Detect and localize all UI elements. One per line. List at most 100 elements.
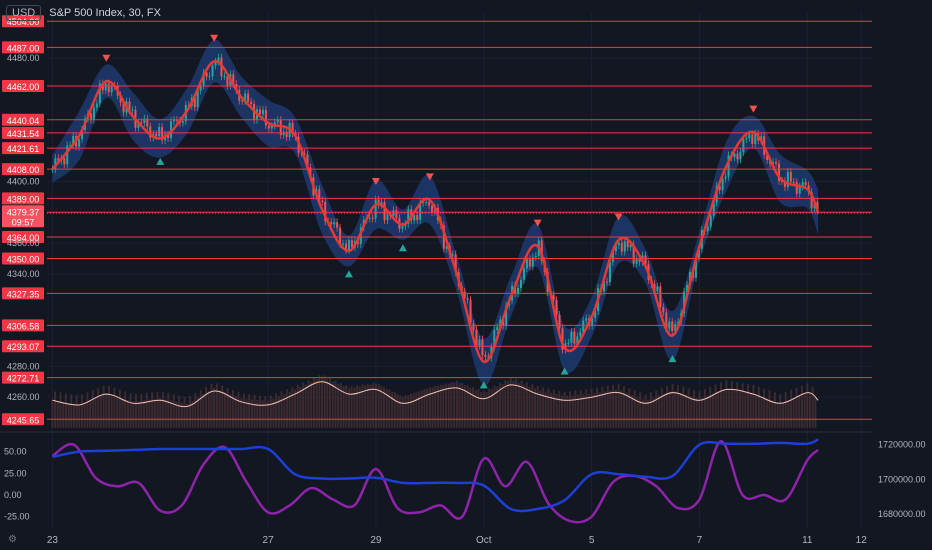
price-tick-6: 4260.00 — [7, 392, 40, 402]
volume-bar — [226, 387, 229, 428]
chart-canvas[interactable]: 4504.004487.004462.004440.044431.544421.… — [0, 0, 932, 550]
volume-bar — [62, 401, 65, 428]
volume-bar — [507, 381, 510, 428]
candle-body — [706, 226, 709, 232]
volume-bar — [294, 389, 297, 428]
candle-body — [368, 217, 371, 219]
volume-bar — [738, 390, 741, 428]
candle-body — [481, 339, 484, 355]
candle-body — [522, 268, 525, 280]
volume-bar — [407, 395, 410, 428]
candle-body — [659, 286, 662, 308]
volume-bar — [693, 389, 696, 428]
volume-bar — [374, 383, 377, 428]
volume-bar — [628, 388, 631, 428]
volume-bar — [223, 391, 226, 428]
level-label-13: 4293.07 — [7, 342, 40, 352]
candle-body — [745, 138, 748, 140]
volume-bar — [129, 393, 132, 428]
candle-body — [519, 279, 522, 289]
candle-body — [662, 307, 665, 313]
candle-body — [181, 121, 184, 123]
osc-right-tick-2: 1680000.00 — [878, 509, 926, 519]
volume-bar — [396, 394, 399, 428]
volume-bar — [728, 388, 731, 428]
currency-badge[interactable]: USD — [6, 5, 42, 21]
volume-bar — [126, 400, 129, 428]
volume-bar — [242, 393, 245, 428]
volume-bar — [285, 389, 288, 428]
volume-bar — [755, 394, 758, 428]
volume-bar — [641, 399, 644, 428]
volume-bar — [771, 400, 774, 428]
volume-bar — [814, 397, 817, 428]
volume-bar — [153, 398, 156, 428]
volume-bar — [97, 388, 100, 428]
volume-bar — [663, 393, 666, 428]
volume-bar — [56, 401, 59, 428]
volume-bar — [542, 387, 545, 428]
volume-bar — [188, 396, 191, 428]
volume-bar — [684, 394, 687, 428]
volume-bar — [137, 401, 140, 428]
volume-bar — [682, 386, 685, 428]
volume-bar — [714, 384, 717, 428]
volume-bar — [234, 396, 237, 428]
candle-body — [709, 215, 712, 227]
volume-bar — [124, 391, 127, 428]
volume-bar — [134, 393, 137, 428]
volume-bar — [215, 383, 218, 428]
volume-bar — [296, 384, 299, 428]
level-label-12: 4306.58 — [7, 321, 40, 331]
volume-bar — [237, 392, 240, 428]
candle-body — [798, 186, 801, 194]
volume-bar — [655, 390, 658, 428]
volume-bar — [269, 395, 272, 428]
time-tick-4: 5 — [589, 535, 595, 546]
osc-left-tick-0: 50.00 — [4, 447, 27, 457]
level-label-10: 4350.00 — [7, 255, 40, 265]
volume-bar — [539, 390, 542, 428]
volume-bar — [291, 387, 294, 428]
candle-body — [386, 214, 389, 221]
timezone-icon[interactable]: ⚙ — [8, 534, 17, 545]
price-tick-3: 4360.00 — [7, 238, 40, 248]
volume-bar — [91, 390, 94, 428]
volume-bar — [388, 389, 391, 428]
candle-body — [416, 215, 419, 220]
osc-left-tick-3: -25.00 — [4, 512, 30, 522]
volume-bar — [121, 398, 124, 428]
volume-bar — [229, 394, 232, 428]
candle-body — [472, 323, 475, 330]
volume-bar — [795, 387, 798, 428]
candle-body — [804, 182, 807, 186]
volume-bar — [596, 387, 598, 428]
volume-bar — [321, 376, 323, 428]
volume-bar — [196, 397, 199, 428]
volume-bar — [304, 384, 307, 428]
level-label-2: 4462.00 — [7, 82, 40, 92]
candle-body — [775, 162, 778, 164]
volume-bar — [248, 394, 251, 428]
volume-bar — [612, 384, 615, 428]
volume-bar — [183, 396, 186, 428]
candle-body — [63, 158, 66, 165]
volume-bar — [256, 399, 259, 428]
volume-bar — [792, 397, 795, 428]
volume-bar — [412, 393, 415, 428]
volume-bar — [671, 383, 674, 428]
candle-body — [342, 243, 345, 245]
volume-bar — [808, 393, 811, 428]
volume-bar — [194, 392, 197, 428]
time-tick-7: 12 — [856, 535, 868, 546]
volume-bar — [458, 383, 461, 428]
candle-body — [383, 202, 386, 221]
price-tick-5: 4280.00 — [7, 361, 40, 371]
volume-bar — [110, 394, 113, 428]
volume-bar — [299, 386, 302, 428]
volume-bar — [622, 386, 625, 428]
volume-bar — [703, 388, 706, 428]
volume-bar — [99, 395, 102, 428]
volume-bar — [70, 394, 73, 428]
candle-body — [107, 83, 110, 93]
